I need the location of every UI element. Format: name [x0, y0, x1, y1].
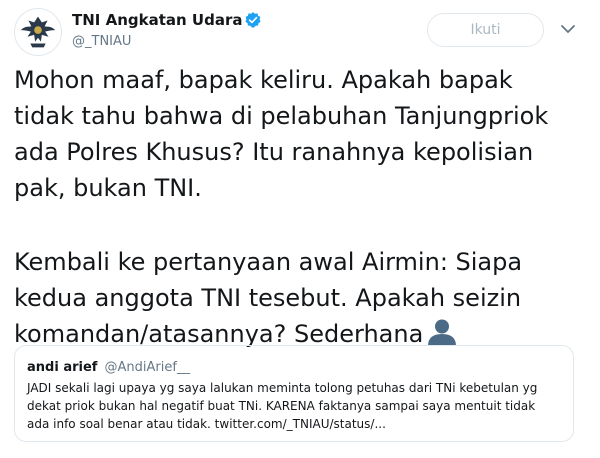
quoted-line: ada info soal benar atau tidak. twitter.…: [27, 417, 386, 431]
tweet-header: TNI Angkatan Udara @_TNIAU Ikuti: [0, 0, 600, 66]
bust-in-silhouette-icon: [428, 319, 457, 346]
tweet-text: Mohon maaf, bapak keliru. Apakah bapak t…: [14, 62, 584, 352]
tweet-line: Mohon maaf, bapak keliru. Apakah bapak: [14, 66, 513, 94]
quoted-tweet[interactable]: andi arief @AndiArief__ JADI sekali lagi…: [14, 345, 574, 442]
chevron-down-icon[interactable]: [558, 19, 578, 39]
author-handle[interactable]: @_TNIAU: [72, 34, 131, 49]
quoted-line: JADI sekali lagi upaya yg saya lalukan m…: [27, 381, 538, 395]
tweet-line: ada Polres Khusus? Itu ranahnya kepolisi…: [14, 138, 534, 166]
tweet-line: pak, bukan TNI.: [14, 174, 202, 202]
tweet-line: kedua anggota TNI tesebut. Apakah seizin: [14, 284, 522, 312]
quoted-author-handle: @AndiArief__: [104, 360, 190, 375]
tni-au-emblem-icon: [15, 9, 61, 55]
tweet-line: komandan/atasannya? Sederhana: [14, 320, 424, 348]
quoted-tweet-text: JADI sekali lagi upaya yg saya lalukan m…: [27, 379, 561, 433]
quoted-author-name: andi arief: [27, 360, 98, 375]
author-avatar[interactable]: [14, 8, 62, 56]
quoted-line: dekat priok bukan hal negatif buat TNi. …: [27, 399, 536, 413]
follow-button[interactable]: Ikuti: [427, 13, 544, 47]
tweet-line: tidak tahu bahwa di pelabuhan Tanjungpri…: [14, 102, 549, 130]
verified-badge-icon: [245, 12, 261, 28]
quoted-tweet-header: andi arief @AndiArief__: [27, 356, 561, 375]
author-name[interactable]: TNI Angkatan Udara: [72, 11, 242, 29]
tweet-line: Kembali ke pertanyaan awal Airmin: Siapa: [14, 248, 523, 276]
